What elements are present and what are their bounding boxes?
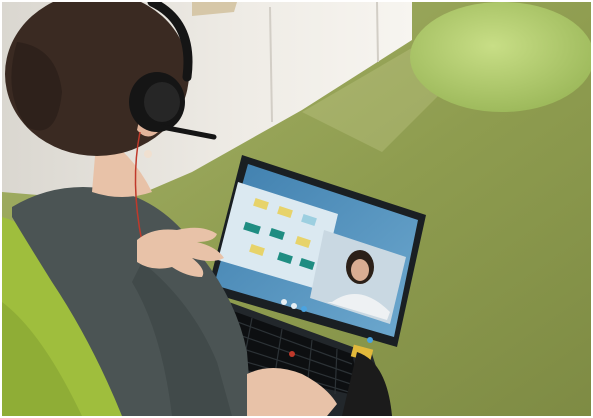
headset-earcup-rim: [144, 82, 180, 122]
green-pouf: [410, 2, 591, 112]
earring: [144, 150, 152, 158]
trackpoint: [289, 351, 295, 357]
photo-frame: [2, 2, 591, 416]
scene-illustration: [2, 2, 591, 416]
cabinet-seam-2: [376, 2, 379, 63]
